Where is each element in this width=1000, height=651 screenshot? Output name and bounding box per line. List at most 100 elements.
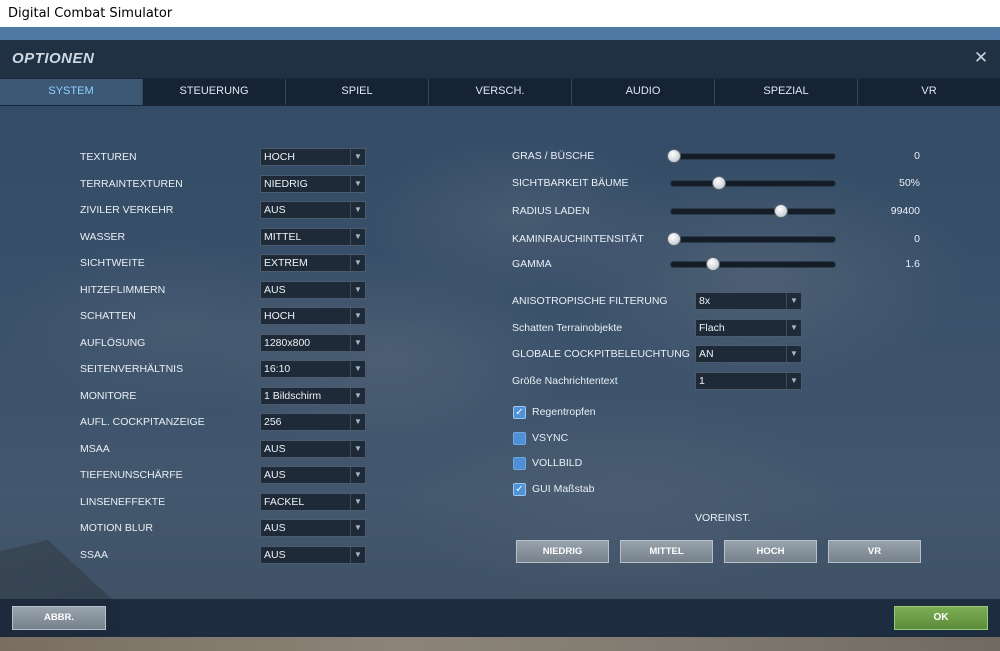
preset-vr-button[interactable]: VR [828, 540, 921, 563]
setting-dropdown[interactable]: 16:10 ▼ [260, 360, 366, 378]
ground-background [0, 636, 1000, 651]
dropdown-value: AUS [264, 204, 286, 216]
setting-dropdown[interactable]: Flach ▼ [695, 318, 802, 337]
setting-label: SSAA [80, 548, 109, 561]
checkbox-label: Regentropfen [532, 406, 596, 418]
setting-dropdown[interactable]: EXTREM ▼ [260, 254, 366, 272]
close-icon[interactable]: ✕ [972, 49, 990, 67]
setting-label: AUFLÖSUNG [80, 336, 146, 349]
setting-dropdown[interactable]: AUS ▼ [260, 466, 366, 484]
setting-label: Größe Nachrichtentext [512, 374, 618, 387]
chevron-down-icon: ▼ [350, 228, 365, 245]
setting-label: TEXTUREN [80, 151, 137, 163]
setting-label: SICHTWEITE [80, 257, 145, 269]
setting-dropdown[interactable]: 1280x800 ▼ [260, 333, 366, 352]
setting-dropdown[interactable]: MITTEL ▼ [260, 227, 366, 246]
setting-slider[interactable] [670, 203, 836, 219]
slider-track [670, 236, 836, 243]
slider-knob[interactable] [712, 176, 727, 190]
chevron-down-icon: ▼ [786, 293, 801, 309]
preset-low-button[interactable]: NIEDRIG [516, 540, 609, 563]
dropdown-value: FACKEL [264, 495, 305, 508]
setting-dropdown[interactable]: 256 ▼ [260, 413, 366, 431]
setting-dropdown[interactable]: AUS ▼ [260, 201, 366, 219]
setting-slider[interactable] [667, 148, 836, 164]
checkbox-checked[interactable]: ✓ [513, 406, 526, 419]
checkbox-unchecked[interactable] [513, 431, 526, 445]
setting-label: ZIVILER VERKEHR [80, 204, 174, 216]
dropdown-value: 16:10 [264, 363, 291, 375]
setting-dropdown[interactable]: AUS ▼ [260, 545, 366, 564]
setting-dropdown[interactable]: AUS ▼ [260, 439, 366, 458]
setting-dropdown[interactable]: HOCH ▼ [260, 148, 366, 166]
setting-label: MSAA [80, 442, 110, 455]
setting-label: AUFL. COCKPITANZEIGE [80, 416, 205, 428]
dropdown-value: MITTEL [264, 230, 302, 243]
chevron-down-icon: ▼ [350, 546, 365, 563]
checkbox-label: VSYNC [532, 431, 569, 444]
tab-audio[interactable]: AUDIO [572, 79, 715, 105]
dropdown-value: 8x [699, 295, 711, 307]
chevron-down-icon: ▼ [350, 493, 365, 510]
chevron-down-icon: ▼ [350, 467, 365, 483]
slider-label: SICHTBARKEIT BÄUME [512, 177, 629, 189]
chevron-down-icon: ▼ [350, 175, 365, 192]
dropdown-value: AUS [264, 283, 286, 296]
checkbox-label: VOLLBILD [532, 457, 583, 470]
setting-label: SCHATTEN [80, 310, 136, 322]
dropdown-value: AN [699, 348, 714, 360]
slider-knob[interactable] [705, 257, 720, 271]
setting-dropdown[interactable]: AUS ▼ [260, 280, 366, 299]
tab-bar: SYSTEM STEUERUNG SPIEL VERSCH. AUDIO SPE… [0, 78, 1000, 106]
dropdown-value: EXTREM [264, 257, 308, 269]
chevron-down-icon: ▼ [350, 255, 365, 271]
dropdown-value: 1 [699, 374, 705, 387]
checkbox-checked[interactable]: ✓ [513, 483, 526, 497]
setting-slider[interactable] [670, 175, 836, 191]
dropdown-value: AUS [264, 442, 286, 455]
setting-dropdown[interactable]: NIEDRIG ▼ [260, 174, 366, 193]
setting-label: WASSER [80, 230, 126, 243]
tab-vr[interactable]: VR [858, 79, 1000, 105]
chevron-down-icon: ▼ [350, 308, 365, 324]
setting-label: MOTION BLUR [80, 522, 153, 534]
checkbox-unchecked[interactable] [513, 457, 526, 471]
setting-dropdown[interactable]: FACKEL ▼ [260, 492, 366, 511]
preset-medium-button[interactable]: MITTEL [620, 540, 713, 563]
tab-spezial[interactable]: SPEZIAL [715, 79, 858, 105]
dropdown-value: HOCH [264, 151, 295, 163]
cancel-button[interactable]: ABBR. [12, 606, 106, 630]
setting-label: GLOBALE COCKPITBELEUCHTUNG [512, 348, 690, 360]
setting-dropdown[interactable]: 1 ▼ [695, 371, 802, 390]
tab-versch[interactable]: VERSCH. [429, 79, 572, 105]
slider-label: GAMMA [512, 258, 552, 270]
slider-track [670, 180, 836, 187]
setting-slider[interactable] [670, 256, 836, 272]
slider-value: 1.6 [905, 258, 920, 270]
chevron-down-icon: ▼ [786, 319, 801, 336]
setting-dropdown[interactable]: AUS ▼ [260, 519, 366, 537]
tab-spiel[interactable]: SPIEL [286, 79, 429, 105]
chevron-down-icon: ▼ [786, 372, 801, 389]
slider-knob[interactable] [667, 232, 682, 246]
tab-system[interactable]: SYSTEM [0, 79, 143, 105]
setting-label: HITZEFLIMMERN [80, 283, 166, 296]
options-dialog: OPTIONEN ✕ SYSTEM STEUERUNG SPIEL VERSCH… [0, 40, 1000, 637]
checkbox-label: GUI Maßstab [532, 483, 595, 496]
tab-steuerung[interactable]: STEUERUNG [143, 79, 286, 105]
dialog-footer: ABBR. OK [0, 599, 1000, 637]
ok-button[interactable]: OK [894, 606, 988, 630]
preset-high-button[interactable]: HOCH [724, 540, 817, 563]
window-title: Digital Combat Simulator [0, 0, 1000, 27]
slider-knob[interactable] [667, 149, 682, 163]
setting-slider[interactable] [667, 231, 836, 247]
setting-dropdown[interactable]: 8x ▼ [695, 292, 802, 310]
setting-dropdown[interactable]: HOCH ▼ [260, 307, 366, 325]
slider-value: 50% [898, 177, 920, 189]
chevron-down-icon: ▼ [350, 520, 365, 536]
slider-knob[interactable] [773, 204, 788, 218]
setting-dropdown[interactable]: AN ▼ [695, 345, 802, 363]
chevron-down-icon: ▼ [350, 202, 365, 218]
chevron-down-icon: ▼ [350, 334, 365, 351]
setting-dropdown[interactable]: 1 Bildschirm ▼ [260, 386, 366, 405]
